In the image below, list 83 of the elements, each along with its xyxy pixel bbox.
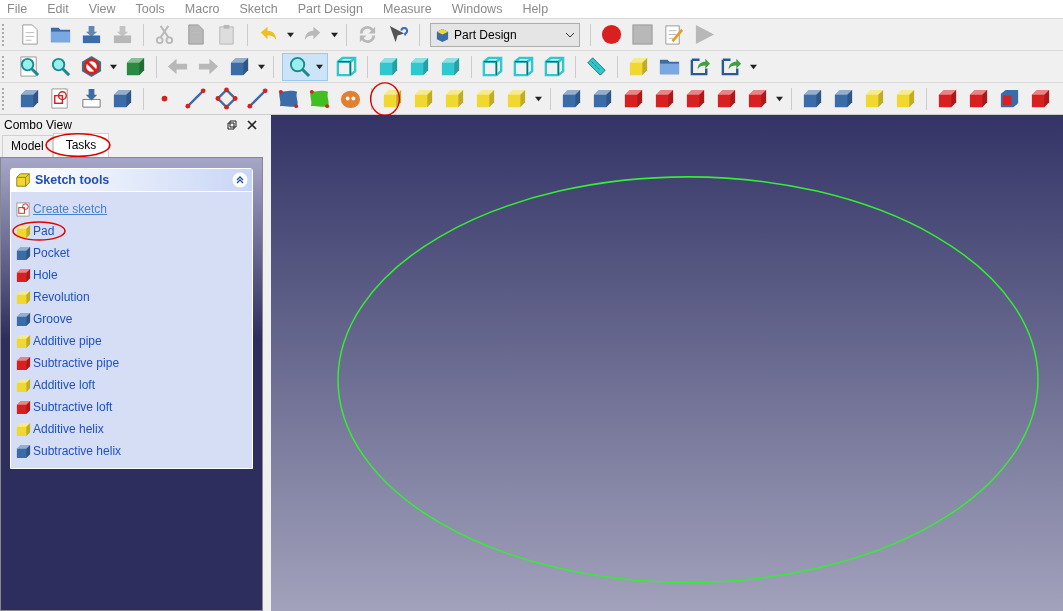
shape-icon[interactable] [277, 87, 300, 110]
caret-icon [316, 63, 323, 70]
task-link[interactable]: Additive loft [33, 378, 96, 392]
cube-icon [15, 244, 32, 262]
zoom-toggle-button[interactable] [282, 52, 328, 81]
annotation-circle [11, 220, 67, 242]
cube-icon[interactable] [936, 87, 959, 110]
tab[interactable]: Model [2, 135, 53, 157]
cube-icon[interactable] [18, 87, 41, 110]
cube-icon [15, 354, 32, 372]
panel-title: Combo View [4, 118, 73, 132]
zoom-icon[interactable] [18, 55, 41, 78]
wireframe-cube-icon[interactable] [998, 87, 1021, 110]
cube-icon [15, 398, 32, 416]
task-link[interactable]: Hole [33, 268, 58, 282]
task-link[interactable]: Additive pipe [33, 334, 102, 348]
cube-icon[interactable] [622, 87, 645, 110]
cube-icon[interactable] [111, 87, 134, 110]
sketch-icon [15, 200, 32, 218]
cube-icon [15, 288, 32, 306]
wireframe-cube-icon[interactable] [335, 55, 358, 78]
cube-icon[interactable] [124, 55, 147, 78]
cube-icon[interactable] [653, 87, 676, 110]
tray-icon[interactable] [80, 23, 103, 46]
task-link[interactable]: Additive helix [33, 422, 104, 436]
line-icon[interactable] [246, 87, 269, 110]
cube-icon[interactable] [715, 87, 738, 110]
cube-icon[interactable] [684, 87, 707, 110]
cube-icon [435, 27, 450, 42]
task-link[interactable]: Pocket [33, 246, 70, 260]
zoom-icon[interactable] [49, 55, 72, 78]
cube-icon[interactable] [228, 55, 251, 78]
cube-icon [15, 332, 32, 350]
cube-icon [15, 222, 32, 240]
record-icon[interactable] [600, 23, 623, 46]
section-title: Sketch tools [35, 173, 111, 187]
cube-icon[interactable] [591, 87, 614, 110]
task-link[interactable]: Subtractive pipe [33, 356, 120, 370]
cube-icon[interactable] [560, 87, 583, 110]
cube-icon[interactable] [1029, 87, 1052, 110]
cube-icon[interactable] [967, 87, 990, 110]
cube-icon[interactable] [746, 87, 769, 110]
workbench-dropdown[interactable]: Part Design [430, 22, 580, 47]
cube-icon [15, 310, 32, 328]
caret-icon[interactable] [287, 31, 294, 38]
close-icon[interactable] [247, 120, 257, 130]
annotation-circle [367, 81, 403, 117]
caret-icon[interactable] [776, 95, 783, 102]
caret-icon[interactable] [110, 63, 117, 70]
tray-icon[interactable] [80, 87, 103, 110]
cube-icon[interactable] [377, 55, 400, 78]
shape-icon[interactable] [308, 87, 331, 110]
task-link[interactable]: Subtractive helix [33, 444, 122, 458]
annotation-circle [44, 131, 112, 159]
cube-icon [15, 172, 31, 188]
polygon-icon[interactable] [215, 87, 238, 110]
caret-icon[interactable] [331, 31, 338, 38]
caret-icon[interactable] [258, 63, 265, 70]
wireframe-cube-icon[interactable] [481, 55, 504, 78]
cube-icon[interactable] [408, 55, 431, 78]
ruler-icon[interactable] [585, 55, 608, 78]
chevron-down-icon [565, 31, 575, 38]
wireframe-cube-icon[interactable] [512, 55, 535, 78]
zoom-icon [288, 55, 311, 78]
float-icon[interactable] [227, 120, 237, 130]
wireframe-cube-icon[interactable] [543, 55, 566, 78]
caret-icon[interactable] [535, 95, 542, 102]
cube-icon[interactable] [381, 87, 404, 110]
cube-icon [15, 266, 32, 284]
cube-icon [15, 442, 32, 460]
cube-icon [15, 420, 32, 438]
cube-icon[interactable] [832, 87, 855, 110]
caret-icon[interactable] [750, 63, 757, 70]
task-link[interactable]: Create sketch [33, 202, 108, 216]
task-link[interactable]: Revolution [33, 290, 90, 304]
task-link[interactable]: Subtractive loft [33, 400, 113, 414]
no-entry-icon[interactable] [80, 55, 103, 78]
collapse-icon[interactable] [232, 172, 248, 188]
task-link[interactable]: Groove [33, 312, 73, 326]
cube-icon[interactable] [801, 87, 824, 110]
cube-icon [15, 376, 32, 394]
line-icon[interactable] [184, 87, 207, 110]
cube-icon[interactable] [439, 55, 462, 78]
